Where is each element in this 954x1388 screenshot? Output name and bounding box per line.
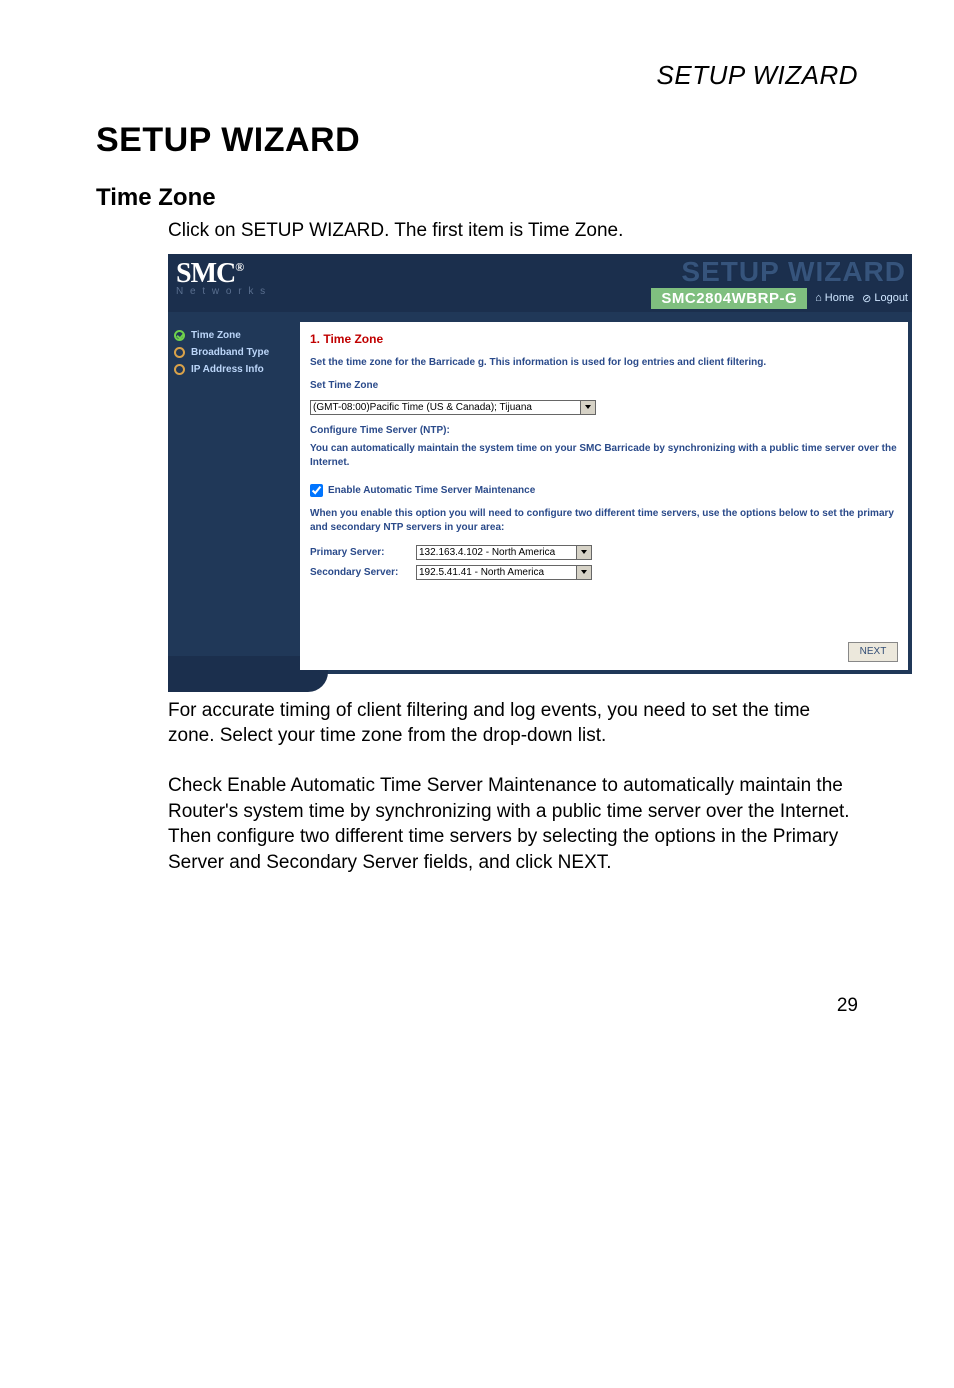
brand-text: SMC (176, 258, 235, 289)
sidebar-item-label: Time Zone (191, 330, 241, 341)
sidebar-item-time-zone[interactable]: Time Zone (174, 330, 304, 341)
enable-auto-help: When you enable this option you will nee… (310, 507, 898, 535)
ntp-title: Configure Time Server (NTP): (310, 425, 898, 436)
sidebar-item-label: Broadband Type (191, 347, 269, 358)
body-para-1: For accurate timing of client filtering … (168, 698, 858, 749)
home-link[interactable]: ⌂ Home (815, 292, 854, 304)
sidebar-item-ip-address-info[interactable]: IP Address Info (174, 364, 304, 375)
secondary-server-value: 192.5.41.41 - North America (419, 567, 544, 578)
header-right: SMC2804WBRP-G ⌂ Home ⊘ Logout (651, 288, 908, 309)
home-label: Home (825, 292, 854, 304)
body-para-2: Check Enable Automatic Time Server Maint… (168, 773, 858, 876)
logout-icon: ⊘ (862, 292, 871, 305)
step-desc: Set the time zone for the Barricade g. T… (310, 356, 898, 370)
primary-server-row: Primary Server: 132.163.4.102 - North Am… (310, 545, 898, 560)
running-header: SETUP WIZARD (96, 60, 858, 91)
registered-icon: ® (235, 260, 243, 274)
embedded-screenshot: SMC® N e t w o r k s SETUP WIZARD SMC280… (168, 254, 912, 674)
secondary-server-row: Secondary Server: 192.5.41.41 - North Am… (310, 565, 898, 580)
chevron-down-icon (576, 566, 591, 579)
section-title-h2: Time Zone (96, 184, 858, 212)
next-button[interactable]: NEXT (848, 642, 898, 662)
set-time-zone-label: Set Time Zone (310, 380, 898, 391)
chevron-down-icon (580, 401, 595, 414)
time-zone-select[interactable]: (GMT-08:00)Pacific Time (US & Canada); T… (310, 400, 596, 415)
ring-icon (174, 364, 185, 375)
ring-icon (174, 347, 185, 358)
sidebar-item-label: IP Address Info (191, 364, 264, 375)
logout-link[interactable]: ⊘ Logout (862, 292, 908, 305)
home-icon: ⌂ (815, 292, 822, 304)
sidebar-item-broadband-type[interactable]: Broadband Type (174, 347, 304, 358)
model-badge: SMC2804WBRP-G (651, 288, 807, 309)
logout-label: Logout (874, 292, 908, 304)
enable-auto-checkbox[interactable] (310, 484, 323, 497)
time-zone-value: (GMT-08:00)Pacific Time (US & Canada); T… (313, 402, 532, 413)
intro-text: Click on SETUP WIZARD. The first item is… (168, 218, 858, 244)
primary-server-select[interactable]: 132.163.4.102 - North America (416, 545, 592, 560)
page-title-h1: SETUP WIZARD (96, 121, 858, 160)
content-panel: 1. Time Zone Set the time zone for the B… (300, 322, 908, 670)
enable-auto-label: Enable Automatic Time Server Maintenance (328, 485, 535, 496)
sidebar: Time Zone Broadband Type IP Address Info (168, 320, 310, 391)
step-title: 1. Time Zone (310, 332, 898, 346)
primary-server-label: Primary Server: (310, 547, 410, 558)
brand-subtext: N e t w o r k s (176, 286, 267, 297)
secondary-server-label: Secondary Server: (310, 567, 410, 578)
ntp-desc: You can automatically maintain the syste… (310, 442, 898, 470)
primary-server-value: 132.163.4.102 - North America (419, 547, 555, 558)
page-number: 29 (96, 995, 858, 1017)
check-icon (174, 330, 185, 341)
chevron-down-icon (576, 546, 591, 559)
secondary-server-select[interactable]: 192.5.41.41 - North America (416, 565, 592, 580)
header-watermark: SETUP WIZARD (681, 256, 906, 288)
enable-auto-row: Enable Automatic Time Server Maintenance (310, 484, 898, 497)
